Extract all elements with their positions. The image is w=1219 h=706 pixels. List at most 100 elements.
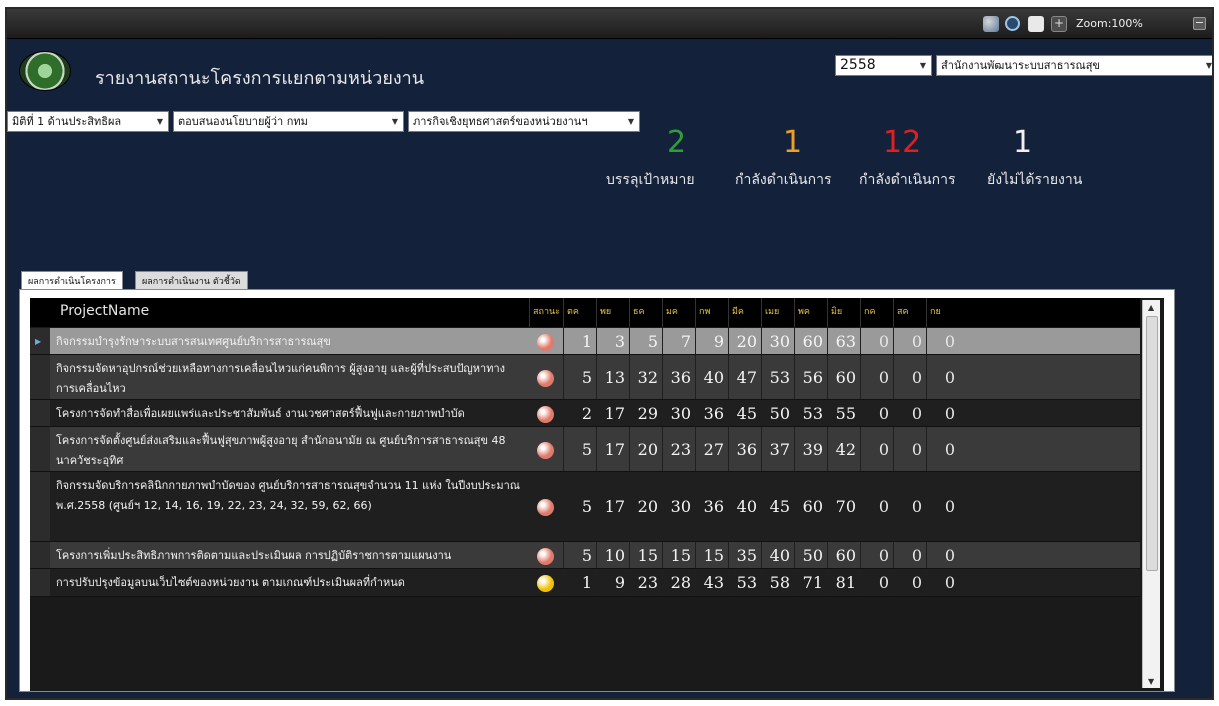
status-dot-icon	[537, 370, 554, 387]
month-value-cell: 40	[695, 355, 728, 399]
row-indicator[interactable]	[30, 355, 50, 399]
stat-in-progress-label: กำลังดำเนินการ	[735, 172, 832, 188]
collapse-button[interactable]: −	[1193, 17, 1206, 30]
status-dot-icon	[537, 442, 554, 459]
month-value-cell: 60	[827, 355, 860, 399]
scroll-up-icon[interactable]: ▲	[1148, 303, 1154, 312]
status-dot-icon	[537, 406, 554, 423]
column-header-month[interactable]: ธค	[629, 298, 662, 327]
month-value-cell: 0	[893, 355, 926, 399]
month-value-cell: 13	[596, 355, 629, 399]
column-header-month[interactable]: มค	[662, 298, 695, 327]
column-header-month[interactable]: มีค	[728, 298, 761, 327]
month-value-cell: 0	[893, 542, 926, 568]
month-value-cell: 10	[596, 542, 629, 568]
column-header-project[interactable]: ProjectName	[50, 298, 529, 327]
status-cell	[529, 400, 563, 426]
table-row[interactable]: ▶ กิจกรรมบำรุงรักษาระบบสารสนเทศศูนย์บริกา…	[30, 328, 1140, 355]
month-value-cell: 5	[563, 427, 596, 471]
month-value-cell: 5	[563, 542, 596, 568]
month-value-cell: 53	[728, 569, 761, 596]
vertical-scrollbar[interactable]: ▲ ▼	[1142, 300, 1160, 688]
column-header-month[interactable]: กค	[860, 298, 893, 327]
users-icon[interactable]	[983, 16, 999, 32]
report-window: + Zoom:100% − รายงานสถานะโครงการแยกตามหน…	[5, 7, 1214, 700]
column-header-month[interactable]: กย	[926, 298, 959, 327]
tab-indicator-results[interactable]: ผลการดำเนินงาน ตัวชี้วัด	[135, 271, 248, 291]
tab-project-results[interactable]: ผลการดำเนินโครงการ	[21, 271, 123, 291]
search-icon[interactable]	[1005, 16, 1020, 31]
month-value-cell: 29	[629, 400, 662, 426]
month-value-cell: 50	[761, 400, 794, 426]
row-indicator[interactable]	[30, 569, 50, 596]
mission-select[interactable]: ภารกิจเชิงยุทธศาสตร์ของหน่วยงานฯ ▼	[408, 111, 640, 132]
row-indicator[interactable]: ▶	[30, 328, 50, 354]
month-value-cell: 9	[695, 328, 728, 354]
month-value-cell: 36	[662, 355, 695, 399]
table-row[interactable]: โครงการจัดตั้งศูนย์ส่งเสริมและฟื้นฟูสุขภ…	[30, 427, 1140, 472]
month-value-cell: 17	[596, 427, 629, 471]
project-name-cell: กิจกรรมจัดบริการคลินิกกายภาพบำบัดของ ศูน…	[56, 479, 520, 512]
month-value-cell: 58	[761, 569, 794, 596]
year-select[interactable]: 2558 ▼	[835, 55, 932, 76]
column-header-month[interactable]: สค	[893, 298, 926, 327]
scroll-down-icon[interactable]: ▼	[1148, 677, 1154, 686]
row-indicator[interactable]	[30, 400, 50, 426]
column-header-month[interactable]: เมย	[761, 298, 794, 327]
project-name-cell: กิจกรรมบำรุงรักษาระบบสารสนเทศศูนย์บริการ…	[56, 335, 331, 348]
table-row[interactable]: กิจกรรมจัดหาอุปกรณ์ช่วยเหลือทางการเคลื่อ…	[30, 355, 1140, 400]
month-value-cell: 47	[728, 355, 761, 399]
status-dot-icon	[537, 575, 554, 592]
project-name-cell: โครงการจัดตั้งศูนย์ส่งเสริมและฟื้นฟูสุขภ…	[56, 434, 506, 467]
month-value-cell: 70	[827, 472, 860, 541]
row-indicator[interactable]	[30, 472, 50, 541]
policy-select[interactable]: ตอบสนองนโยบายผู้ว่า กทม ▼	[173, 111, 404, 132]
scroll-thumb[interactable]	[1146, 316, 1158, 571]
month-value-cell: 0	[860, 400, 893, 426]
chevron-down-icon: ▼	[1205, 61, 1212, 70]
column-header-month[interactable]: ตค	[563, 298, 596, 327]
top-toolbar: + Zoom:100% −	[7, 9, 1212, 39]
column-header-month[interactable]: มิย	[827, 298, 860, 327]
project-name-cell: โครงการเพิ่มประสิทธิภาพการติดตามและประเม…	[56, 549, 452, 562]
row-indicator[interactable]	[30, 427, 50, 471]
row-indicator[interactable]	[30, 542, 50, 568]
month-value-cell: 0	[926, 400, 959, 426]
month-value-cell: 15	[662, 542, 695, 568]
table-row[interactable]: โครงการเพิ่มประสิทธิภาพการติดตามและประเม…	[30, 542, 1140, 569]
mission-value: ภารกิจเชิงยุทธศาสตร์ของหน่วยงานฯ	[413, 115, 588, 128]
month-value-cell: 0	[893, 472, 926, 541]
document-icon[interactable]	[1028, 16, 1044, 32]
month-value-cell: 45	[728, 400, 761, 426]
month-value-cell: 30	[662, 472, 695, 541]
dimension-select[interactable]: มิติที่ 1 ด้านประสิทธิผล ▼	[7, 111, 169, 132]
column-header-month[interactable]: พย	[596, 298, 629, 327]
project-grid: ProjectName สถานะ ตค พย ธค มค กพ มีค เมย…	[30, 298, 1164, 691]
table-row[interactable]: การปรับปรุงข้อมูลบนเว็บไซต์ของหน่วยงาน ต…	[30, 569, 1140, 597]
month-value-cell: 53	[794, 400, 827, 426]
zoom-in-button[interactable]: +	[1051, 16, 1067, 32]
table-row[interactable]: กิจกรรมจัดบริการคลินิกกายภาพบำบัดของ ศูน…	[30, 472, 1140, 542]
month-value-cell: 53	[761, 355, 794, 399]
table-row[interactable]: โครงการจัดทำสื่อเพื่อเผยแพร่และประชาสัมพ…	[30, 400, 1140, 427]
org-select[interactable]: สำนักงานพัฒนาระบบสาธารณสุข ▼	[936, 55, 1212, 76]
month-value-cell: 56	[794, 355, 827, 399]
zoom-level: Zoom:100%	[1076, 17, 1143, 30]
year-value: 2558	[840, 57, 876, 73]
column-header-month[interactable]: พค	[794, 298, 827, 327]
month-value-cell: 0	[893, 400, 926, 426]
dimension-value: มิติที่ 1 ด้านประสิทธิผล	[12, 115, 122, 128]
policy-value: ตอบสนองนโยบายผู้ว่า กทม	[178, 115, 308, 128]
column-header-month[interactable]: กพ	[695, 298, 728, 327]
month-value-cell: 36	[728, 427, 761, 471]
status-dot-icon	[537, 334, 554, 351]
month-value-cell: 63	[827, 328, 860, 354]
month-value-cell: 20	[629, 427, 662, 471]
chevron-down-icon: ▼	[156, 117, 163, 126]
status-cell	[529, 427, 563, 471]
status-cell	[529, 328, 563, 354]
stat-delayed-label: กำลังดำเนินการ	[859, 172, 956, 188]
column-header-status[interactable]: สถานะ	[529, 298, 563, 327]
status-dot-icon	[537, 499, 554, 516]
status-cell	[529, 355, 563, 399]
